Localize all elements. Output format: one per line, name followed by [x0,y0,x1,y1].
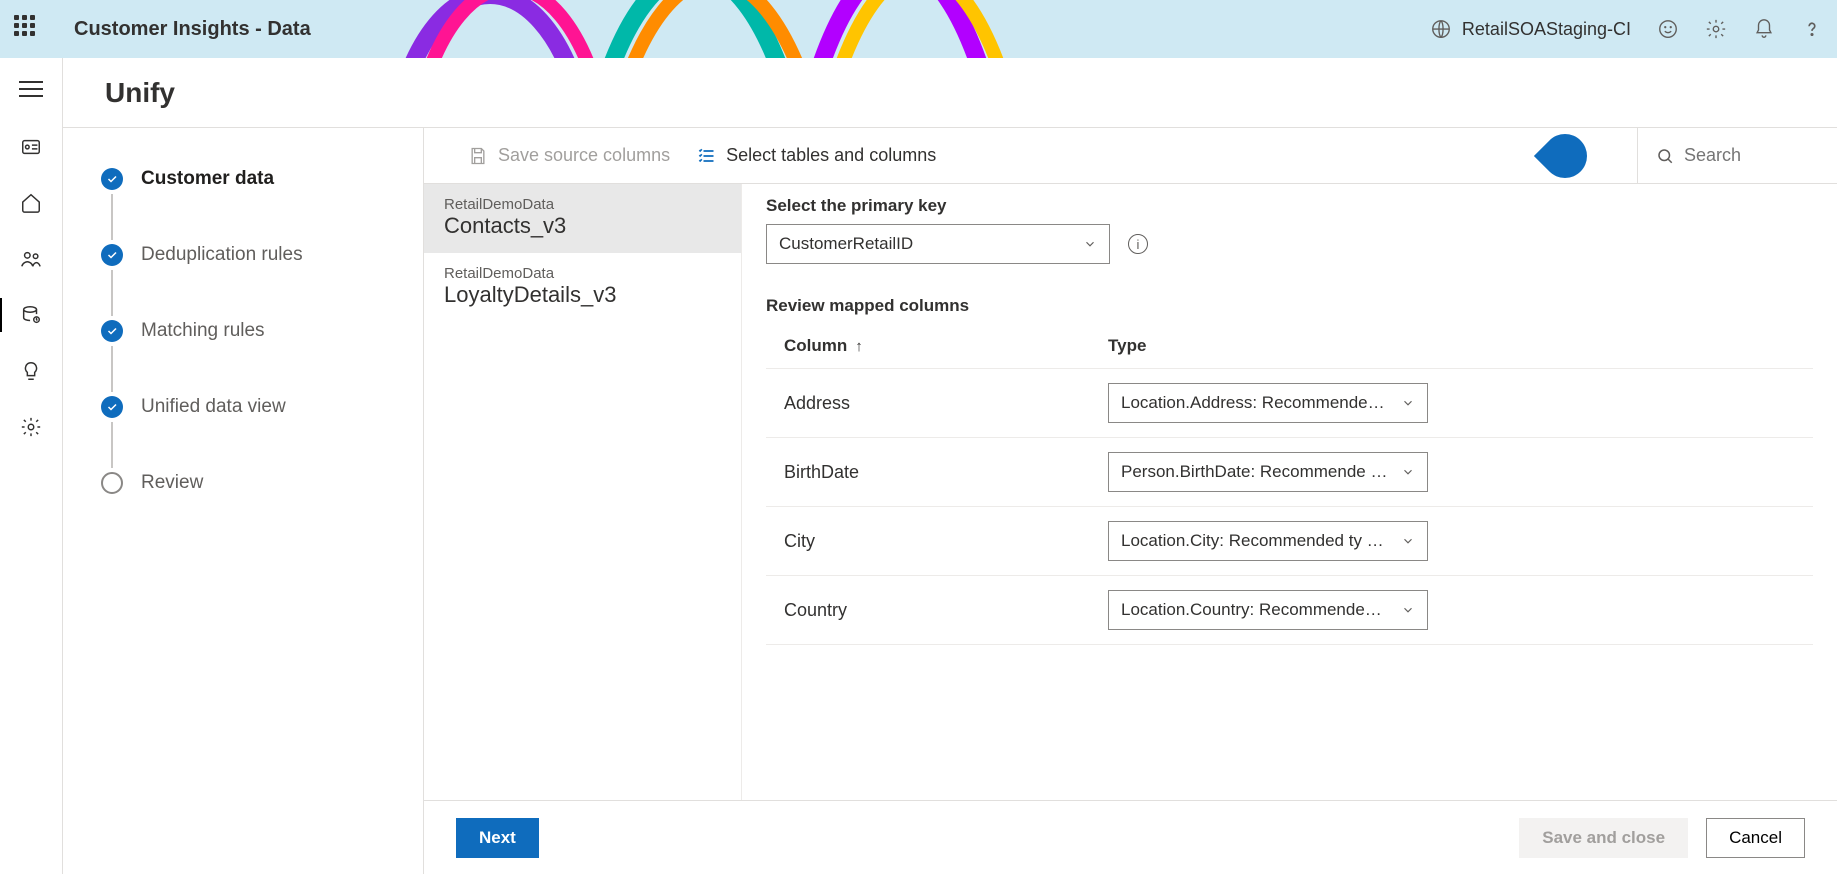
mapped-column-row: City Location.City: Recommended ty … [766,507,1813,576]
wizard-step-label: Deduplication rules [141,244,303,266]
source-table-list: RetailDemoDataContacts_v3RetailDemoDataL… [424,184,742,800]
mapped-column-name: BirthDate [784,462,1108,483]
type-value: Location.City: Recommended ty … [1121,531,1384,551]
table-detail: Select the primary key CustomerRetailID … [742,184,1837,800]
search-box[interactable] [1637,128,1837,184]
nav-settings-icon[interactable] [20,416,42,438]
top-header: Customer Insights - Data RetailSOAStagin… [0,0,1837,58]
wizard-step-label: Review [141,472,203,494]
column-header-type[interactable]: Type [1108,336,1795,356]
source-name: RetailDemoData [444,196,721,213]
notifications-bell-icon[interactable] [1753,18,1775,40]
column-header-column[interactable]: Column ↑ [784,336,1108,356]
select-tables-label: Select tables and columns [726,145,936,166]
nav-card-icon[interactable] [20,136,42,158]
decorative-ribbons [380,0,1080,58]
type-select[interactable]: Person.BirthDate: Recommende … [1108,452,1428,492]
save-source-columns-label: Save source columns [498,145,670,166]
review-mapped-label: Review mapped columns [766,296,1813,316]
primary-key-info-icon[interactable]: i [1128,234,1148,254]
help-icon[interactable] [1801,18,1823,40]
environment-name: RetailSOAStaging-CI [1462,19,1631,40]
app-launcher-icon[interactable] [14,15,42,43]
next-button[interactable]: Next [456,818,539,858]
step-check-icon [101,396,123,418]
source-table-item[interactable]: RetailDemoDataLoyaltyDetails_v3 [424,253,741,322]
type-select[interactable]: Location.City: Recommended ty … [1108,521,1428,561]
save-source-columns-button: Save source columns [468,145,670,166]
type-select[interactable]: Location.Address: Recommende… [1108,383,1428,423]
wizard-step[interactable]: Unified data view [101,396,393,472]
page-title: Unify [105,77,175,109]
feedback-icon[interactable] [1657,18,1679,40]
table-name: LoyaltyDetails_v3 [444,282,721,308]
search-input[interactable] [1684,145,1804,166]
mapped-column-name: Country [784,600,1108,621]
primary-key-value: CustomerRetailID [779,234,913,254]
wizard-step[interactable]: Customer data [101,168,393,244]
chevron-down-icon [1401,534,1415,548]
chevron-down-icon [1401,603,1415,617]
content-toolbar: Save source columns Select tables and co… [424,128,1837,184]
save-and-close-button: Save and close [1519,818,1688,858]
type-select[interactable]: Location.Country: Recommende… [1108,590,1428,630]
wizard-footer: Next Save and close Cancel [424,800,1837,874]
primary-key-label: Select the primary key [766,196,1813,216]
source-name: RetailDemoData [444,265,721,282]
step-pending-icon [101,472,123,494]
page-header: Unify [63,58,1837,128]
left-nav-rail [0,58,63,874]
globe-icon [1430,18,1452,40]
step-check-icon [101,244,123,266]
cancel-button[interactable]: Cancel [1706,818,1805,858]
chevron-down-icon [1083,237,1097,251]
wizard-step-label: Matching rules [141,320,265,342]
environment-picker[interactable]: RetailSOAStaging-CI [1430,18,1631,40]
step-check-icon [101,320,123,342]
assistant-bubble-icon[interactable] [1534,124,1596,186]
type-value: Person.BirthDate: Recommende … [1121,462,1387,482]
mapped-column-row: BirthDate Person.BirthDate: Recommende … [766,438,1813,507]
primary-key-select[interactable]: CustomerRetailID [766,224,1110,264]
type-value: Location.Address: Recommende… [1121,393,1385,413]
chevron-down-icon [1401,465,1415,479]
sort-asc-icon: ↑ [855,338,863,355]
source-table-item[interactable]: RetailDemoDataContacts_v3 [424,184,741,253]
nav-home-icon[interactable] [20,192,42,214]
step-check-icon [101,168,123,190]
mapped-column-row: Address Location.Address: Recommende… [766,369,1813,438]
wizard-step-label: Customer data [141,168,274,190]
save-icon [468,146,488,166]
wizard-step-label: Unified data view [141,396,286,418]
search-icon [1656,147,1674,165]
nav-data-icon[interactable] [20,304,42,326]
settings-gear-icon[interactable] [1705,18,1727,40]
nav-insights-icon[interactable] [20,360,42,382]
mapped-column-row: Country Location.Country: Recommende… [766,576,1813,645]
wizard-steps: Customer data Deduplication rules Matching… [63,128,423,874]
table-name: Contacts_v3 [444,213,721,239]
wizard-step[interactable]: Deduplication rules [101,244,393,320]
nav-customers-icon[interactable] [20,248,42,270]
type-value: Location.Country: Recommende… [1121,600,1382,620]
list-check-icon [696,146,716,166]
mapped-column-name: Address [784,393,1108,414]
nav-toggle-icon[interactable] [19,76,43,102]
select-tables-button[interactable]: Select tables and columns [696,145,936,166]
mapped-column-name: City [784,531,1108,552]
wizard-step[interactable]: Review [101,472,393,494]
app-title: Customer Insights - Data [74,18,311,41]
mapped-columns-table: Column ↑ Type Address Location.Address: R… [766,324,1813,645]
wizard-step[interactable]: Matching rules [101,320,393,396]
chevron-down-icon [1401,396,1415,410]
